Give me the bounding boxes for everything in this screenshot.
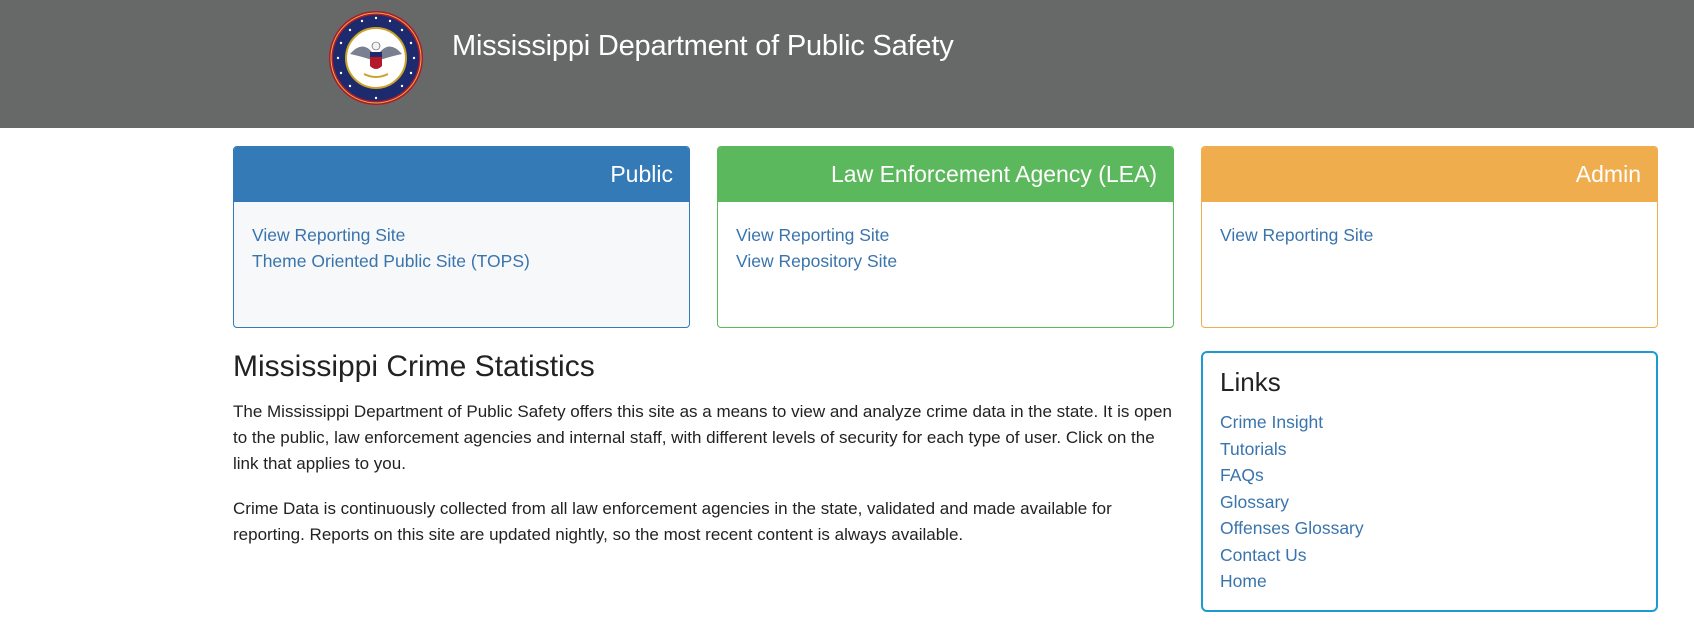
contact-us-link[interactable]: Contact Us <box>1220 542 1639 569</box>
links-box: Links Crime Insight Tutorials FAQs Gloss… <box>1201 351 1658 612</box>
glossary-link[interactable]: Glossary <box>1220 489 1639 516</box>
public-panel: Public View Reporting Site Theme Oriente… <box>233 146 690 328</box>
public-tops-link[interactable]: Theme Oriented Public Site (TOPS) <box>252 248 671 274</box>
lea-view-repository-site-link[interactable]: View Repository Site <box>736 248 1155 274</box>
offenses-glossary-link[interactable]: Offenses Glossary <box>1220 515 1639 542</box>
public-view-reporting-site-link[interactable]: View Reporting Site <box>252 222 671 248</box>
admin-panel: Admin View Reporting Site <box>1201 146 1658 328</box>
crime-insight-link[interactable]: Crime Insight <box>1220 409 1639 436</box>
department-seal-icon[interactable] <box>328 10 424 106</box>
admin-panel-title: Admin <box>1202 147 1657 202</box>
faqs-link[interactable]: FAQs <box>1220 462 1639 489</box>
lea-view-reporting-site-link[interactable]: View Reporting Site <box>736 222 1155 248</box>
links-list: Crime Insight Tutorials FAQs Glossary Of… <box>1220 409 1639 595</box>
lea-panel: Law Enforcement Agency (LEA) View Report… <box>717 146 1174 328</box>
page-heading: Mississippi Crime Statistics <box>233 350 595 383</box>
public-panel-title: Public <box>234 147 689 202</box>
intro-paragraph: The Mississippi Department of Public Saf… <box>233 402 1172 473</box>
site-title: Mississippi Department of Public Safety <box>452 30 954 62</box>
lea-panel-body: View Reporting Site View Repository Site <box>718 202 1173 274</box>
admin-view-reporting-site-link[interactable]: View Reporting Site <box>1220 222 1639 248</box>
tutorials-link[interactable]: Tutorials <box>1220 436 1639 463</box>
admin-panel-body: View Reporting Site <box>1202 202 1657 248</box>
public-panel-body: View Reporting Site Theme Oriented Publi… <box>234 202 689 274</box>
lea-panel-title: Law Enforcement Agency (LEA) <box>718 147 1173 202</box>
home-link[interactable]: Home <box>1220 568 1639 595</box>
crime-data-paragraph: Crime Data is continuously collected fro… <box>233 499 1112 544</box>
links-title: Links <box>1220 367 1281 397</box>
site-header: Mississippi Department of Public Safety <box>0 0 1694 128</box>
